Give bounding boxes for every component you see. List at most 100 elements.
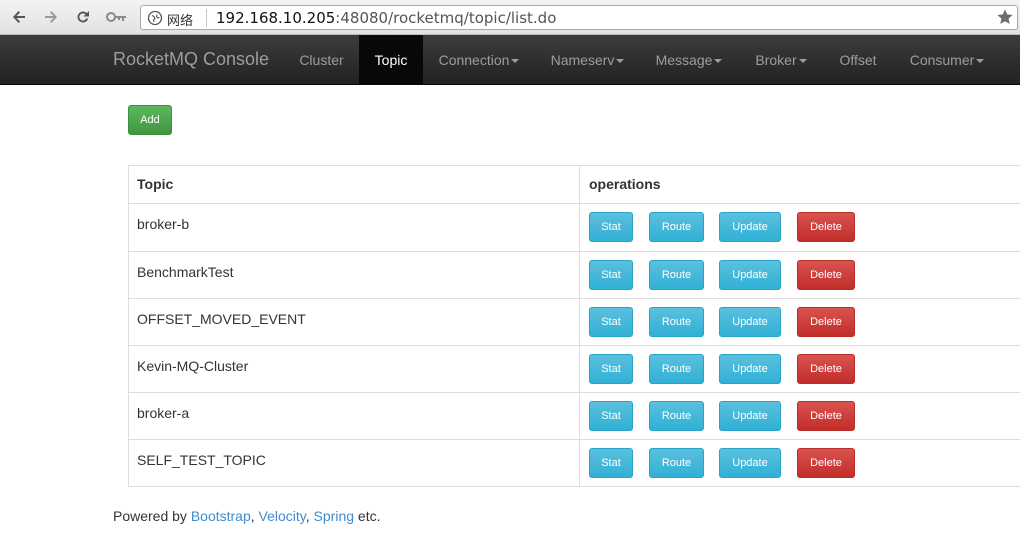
topic-name: SELF_TEST_TOPIC [137, 452, 266, 468]
table-row: SELF_TEST_TOPIC Stat Route Update Delete [129, 439, 1020, 486]
top-navbar: RocketMQ Console Cluster Topic Connectio… [0, 35, 1020, 85]
key-icon [106, 12, 126, 22]
caret-down-icon [511, 59, 520, 64]
address-bar[interactable]: 网络 192.168.10.205:48080/rocketmq/topic/l… [140, 5, 1018, 30]
topic-name: BenchmarkTest [137, 264, 234, 280]
reload-icon [77, 11, 89, 23]
stat-button[interactable]: Stat [589, 260, 633, 290]
delete-button[interactable]: Delete [797, 307, 855, 337]
footer: Powered by Bootstrap, Velocity, Spring e… [113, 508, 380, 524]
back-button[interactable] [8, 6, 30, 28]
nav-offset[interactable]: Offset [824, 35, 892, 85]
url-host: 192.168.10.205 [216, 9, 336, 27]
reload-button[interactable] [72, 6, 94, 28]
topic-table: Topic operations broker-b Stat Route Update… [128, 165, 1020, 487]
nav-label: Message [655, 52, 713, 68]
route-button[interactable]: Route [649, 260, 704, 290]
route-button[interactable]: Route [649, 354, 704, 384]
delete-button[interactable]: Delete [797, 260, 855, 290]
footer-separator: , [250, 508, 259, 524]
table-header: Topic operations [129, 166, 1020, 204]
caret-down-icon [976, 59, 985, 64]
route-button[interactable]: Route [649, 212, 704, 242]
update-button[interactable]: Update [719, 212, 781, 242]
nav-label: Broker [755, 52, 797, 68]
arrow-left-icon [13, 11, 25, 23]
topic-cell: BenchmarkTest [129, 252, 580, 298]
stat-button[interactable]: Stat [589, 401, 633, 431]
caret-down-icon [616, 59, 625, 64]
operations-cell: Stat Route Update Delete [581, 346, 1020, 392]
brand-title[interactable]: RocketMQ Console [113, 49, 269, 70]
update-button[interactable]: Update [719, 260, 781, 290]
site-info-label: 网络 [167, 14, 194, 29]
stat-button[interactable]: Stat [589, 448, 633, 478]
url-path: :48080/rocketmq/topic/list.do [335, 9, 557, 27]
route-button[interactable]: Route [649, 448, 704, 478]
globe-icon [147, 10, 163, 26]
table-row: broker-a Stat Route Update Delete [129, 392, 1020, 439]
key-button[interactable] [104, 6, 130, 28]
bootstrap-link[interactable]: Bootstrap [191, 508, 251, 524]
nav-topic[interactable]: Topic [359, 35, 423, 85]
stat-button[interactable]: Stat [589, 212, 633, 242]
address-divider [206, 9, 207, 27]
caret-down-icon [798, 59, 807, 64]
add-topic-button[interactable]: Add [128, 105, 172, 135]
url-text[interactable]: 192.168.10.205:48080/rocketmq/topic/list… [216, 9, 556, 27]
nav-label: Offset [839, 52, 877, 68]
forward-button[interactable] [40, 6, 62, 28]
nav-label: Cluster [299, 52, 344, 68]
topic-cell: broker-b [129, 204, 580, 251]
nav-label: Consumer [909, 52, 975, 68]
stat-button[interactable]: Stat [589, 307, 633, 337]
operations-cell: Stat Route Update Delete [581, 252, 1020, 298]
topic-cell: SELF_TEST_TOPIC [129, 440, 580, 486]
operations-cell: Stat Route Update Delete [581, 204, 1020, 251]
caret-down-icon [714, 59, 723, 64]
nav-message[interactable]: Message [640, 35, 738, 85]
operations-cell: Stat Route Update Delete [581, 299, 1020, 345]
route-button[interactable]: Route [649, 401, 704, 431]
update-button[interactable]: Update [719, 401, 781, 431]
table-row: OFFSET_MOVED_EVENT Stat Route Update Delete [129, 298, 1020, 345]
nav-consumer[interactable]: Consumer [892, 35, 1002, 85]
topic-name: Kevin-MQ-Cluster [137, 358, 249, 374]
operations-cell: Stat Route Update Delete [581, 440, 1020, 486]
velocity-link[interactable]: Velocity [259, 508, 306, 524]
nav-label: Topic [374, 52, 408, 68]
footer-prefix: Powered by [113, 508, 191, 524]
update-button[interactable]: Update [719, 354, 781, 384]
table-row: Kevin-MQ-Cluster Stat Route Update Delete [129, 345, 1020, 392]
nav-nameserv[interactable]: Nameserv [535, 35, 640, 85]
update-button[interactable]: Update [719, 448, 781, 478]
delete-button[interactable]: Delete [797, 354, 855, 384]
nav-label: Connection [438, 52, 510, 68]
delete-button[interactable]: Delete [797, 401, 855, 431]
topic-name: broker-b [137, 216, 190, 232]
delete-button[interactable]: Delete [797, 212, 855, 242]
route-button[interactable]: Route [649, 307, 704, 337]
nav-broker[interactable]: Broker [738, 35, 824, 85]
header-operations: operations [589, 176, 661, 192]
stat-button[interactable]: Stat [589, 354, 633, 384]
table-body: broker-b Stat Route Update Delete BenchmarkTe… [129, 204, 1020, 486]
update-button[interactable]: Update [719, 307, 781, 337]
nav-cluster[interactable]: Cluster [284, 35, 359, 85]
nav-label: Nameserv [550, 52, 615, 68]
topic-cell: OFFSET_MOVED_EVENT [129, 299, 580, 345]
operations-cell: Stat Route Update Delete [581, 393, 1020, 439]
topic-name: OFFSET_MOVED_EVENT [137, 311, 306, 327]
nav-connection[interactable]: Connection [423, 35, 535, 85]
arrow-right-icon [45, 11, 57, 23]
spring-link[interactable]: Spring [314, 508, 354, 524]
topic-cell: Kevin-MQ-Cluster [129, 346, 580, 392]
delete-button[interactable]: Delete [797, 448, 855, 478]
topic-name: broker-a [137, 405, 190, 421]
footer-suffix: etc. [354, 508, 381, 524]
bookmark-star-icon[interactable] [996, 8, 1014, 26]
topic-cell: broker-a [129, 393, 580, 439]
browser-toolbar: 网络 192.168.10.205:48080/rocketmq/topic/l… [0, 0, 1020, 35]
footer-separator: , [305, 508, 314, 524]
header-topic: Topic [129, 166, 580, 203]
